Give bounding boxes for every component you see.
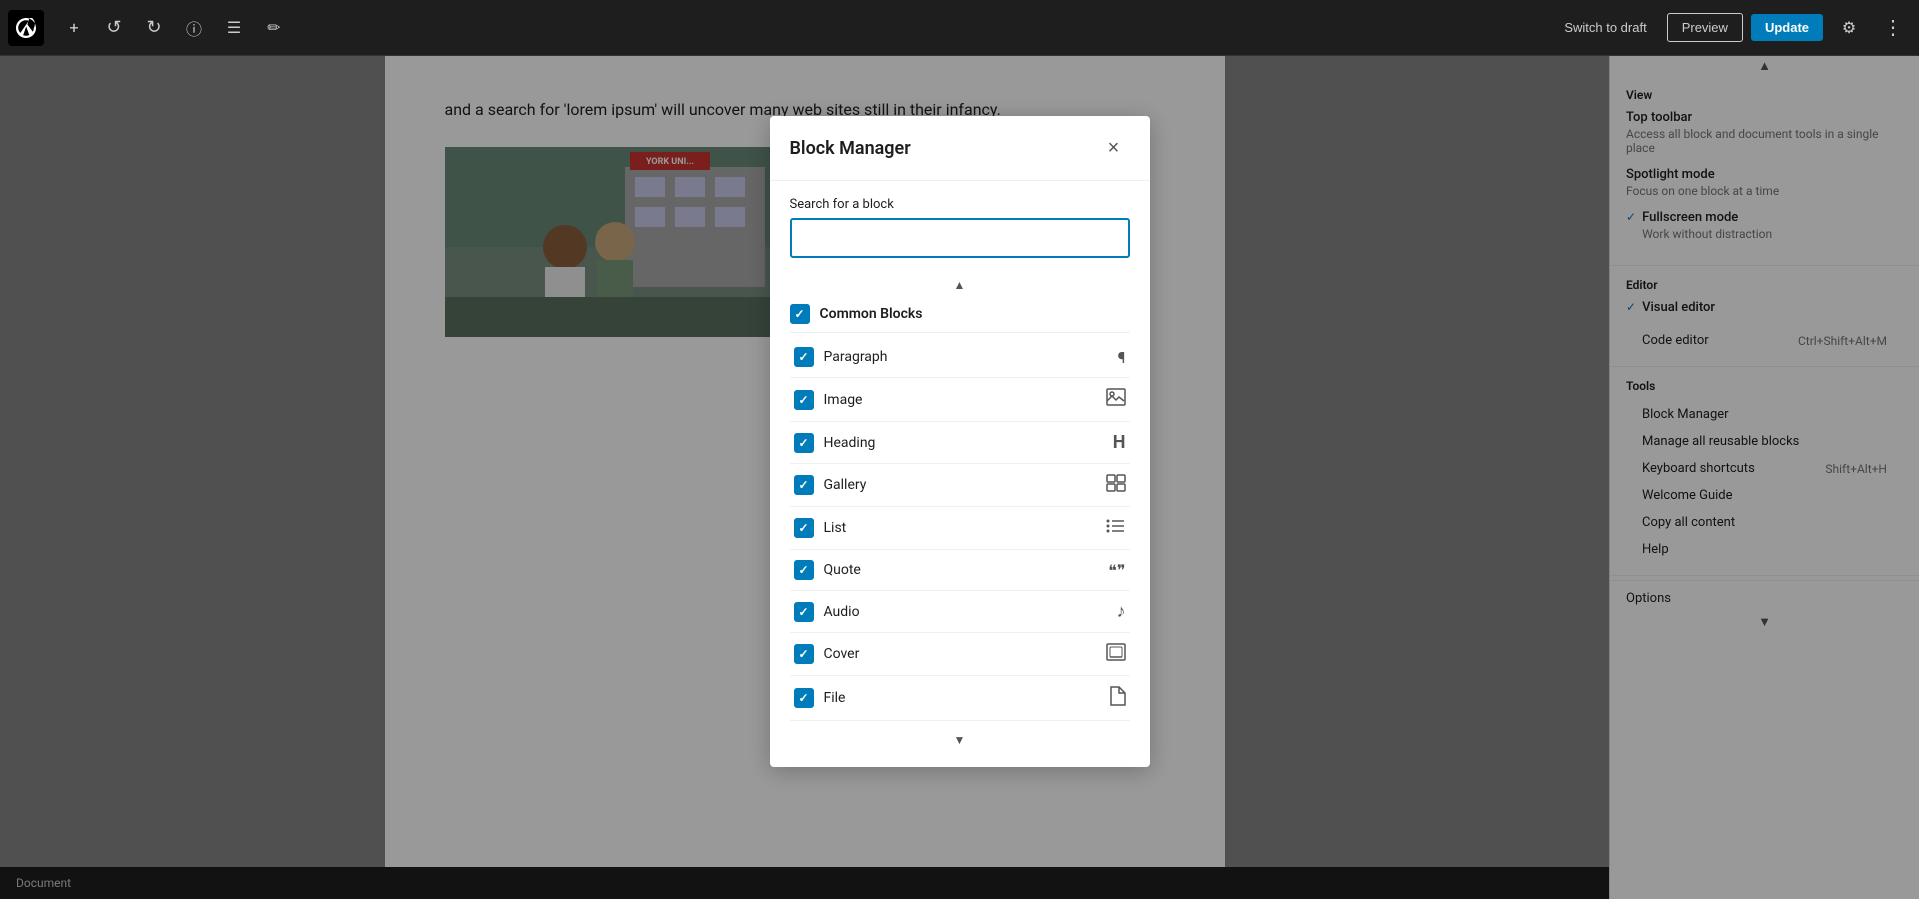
modal-header: Block Manager ×	[770, 116, 1150, 181]
wp-logo-icon	[16, 18, 36, 38]
heading-icon: H	[1113, 432, 1126, 453]
toolbar-right: Switch to draft Preview Update ⚙ ⋮	[1552, 10, 1911, 46]
image-icon	[1106, 388, 1126, 411]
modal-title: Block Manager	[790, 138, 911, 159]
block-list[interactable]: List	[790, 507, 1130, 550]
settings-button[interactable]: ⚙	[1831, 10, 1867, 46]
audio-checkbox[interactable]	[794, 602, 814, 622]
tools-button[interactable]: ✏	[256, 10, 292, 46]
file-checkbox[interactable]	[794, 688, 814, 708]
heading-name: Heading	[824, 435, 1113, 451]
cover-name: Cover	[824, 646, 1106, 662]
file-name: File	[824, 690, 1108, 706]
paragraph-icon: ¶	[1118, 348, 1126, 367]
search-label: Search for a block	[790, 197, 1130, 212]
paragraph-name: Paragraph	[824, 349, 1118, 365]
list-name: List	[824, 520, 1106, 536]
common-blocks-title: Common Blocks	[820, 306, 923, 322]
gallery-icon	[1106, 474, 1126, 496]
quote-checkbox[interactable]	[794, 560, 814, 580]
image-checkbox[interactable]	[794, 390, 814, 410]
block-file[interactable]: File	[790, 676, 1130, 721]
common-blocks-section: Common Blocks Paragraph ¶ Image	[790, 296, 1130, 721]
block-manager-modal: Block Manager × Search for a block ▲ Com…	[770, 116, 1150, 767]
more-options-button[interactable]: ⋮	[1875, 10, 1911, 46]
block-paragraph[interactable]: Paragraph ¶	[790, 337, 1130, 378]
block-quote[interactable]: Quote ❝❞	[790, 550, 1130, 591]
block-cover[interactable]: Cover	[790, 633, 1130, 676]
undo-button[interactable]: ↺	[96, 10, 132, 46]
cover-checkbox[interactable]	[794, 644, 814, 664]
list-checkbox[interactable]	[794, 518, 814, 538]
preview-button[interactable]: Preview	[1667, 13, 1743, 42]
common-blocks-header: Common Blocks	[790, 296, 1130, 333]
heading-checkbox[interactable]	[794, 433, 814, 453]
block-gallery[interactable]: Gallery	[790, 464, 1130, 507]
gallery-checkbox[interactable]	[794, 475, 814, 495]
block-audio[interactable]: Audio ♪	[790, 591, 1130, 633]
top-bar: + ↺ ↻ ⓘ ☰ ✏ Switch to draft Preview Upda…	[0, 0, 1919, 56]
modal-scroll-up[interactable]: ▲	[790, 274, 1130, 296]
modal-body: Search for a block ▲ Common Blocks Parag…	[770, 181, 1150, 767]
cover-icon	[1106, 643, 1126, 665]
audio-icon: ♪	[1117, 601, 1126, 622]
file-icon	[1108, 686, 1126, 710]
audio-name: Audio	[824, 604, 1117, 620]
block-heading[interactable]: Heading H	[790, 422, 1130, 464]
wp-logo[interactable]	[8, 10, 44, 46]
redo-button[interactable]: ↻	[136, 10, 172, 46]
list-view-button[interactable]: ☰	[216, 10, 252, 46]
add-block-button[interactable]: +	[56, 10, 92, 46]
switch-draft-button[interactable]: Switch to draft	[1552, 14, 1658, 41]
toolbar-left: + ↺ ↻ ⓘ ☰ ✏	[8, 10, 292, 46]
common-blocks-checkbox[interactable]	[790, 304, 810, 324]
modal-close-button[interactable]: ×	[1098, 132, 1130, 164]
modal-overlay[interactable]: Block Manager × Search for a block ▲ Com…	[0, 56, 1919, 899]
modal-scroll-down[interactable]: ▼	[790, 729, 1130, 751]
block-search-input[interactable]	[790, 218, 1130, 258]
image-name: Image	[824, 392, 1106, 408]
publish-button[interactable]: Update	[1751, 14, 1823, 41]
block-image[interactable]: Image	[790, 378, 1130, 422]
gallery-name: Gallery	[824, 477, 1106, 493]
paragraph-checkbox[interactable]	[794, 347, 814, 367]
quote-icon: ❝❞	[1108, 561, 1125, 580]
list-icon	[1106, 517, 1126, 539]
quote-name: Quote	[824, 562, 1109, 578]
info-button[interactable]: ⓘ	[176, 10, 212, 46]
